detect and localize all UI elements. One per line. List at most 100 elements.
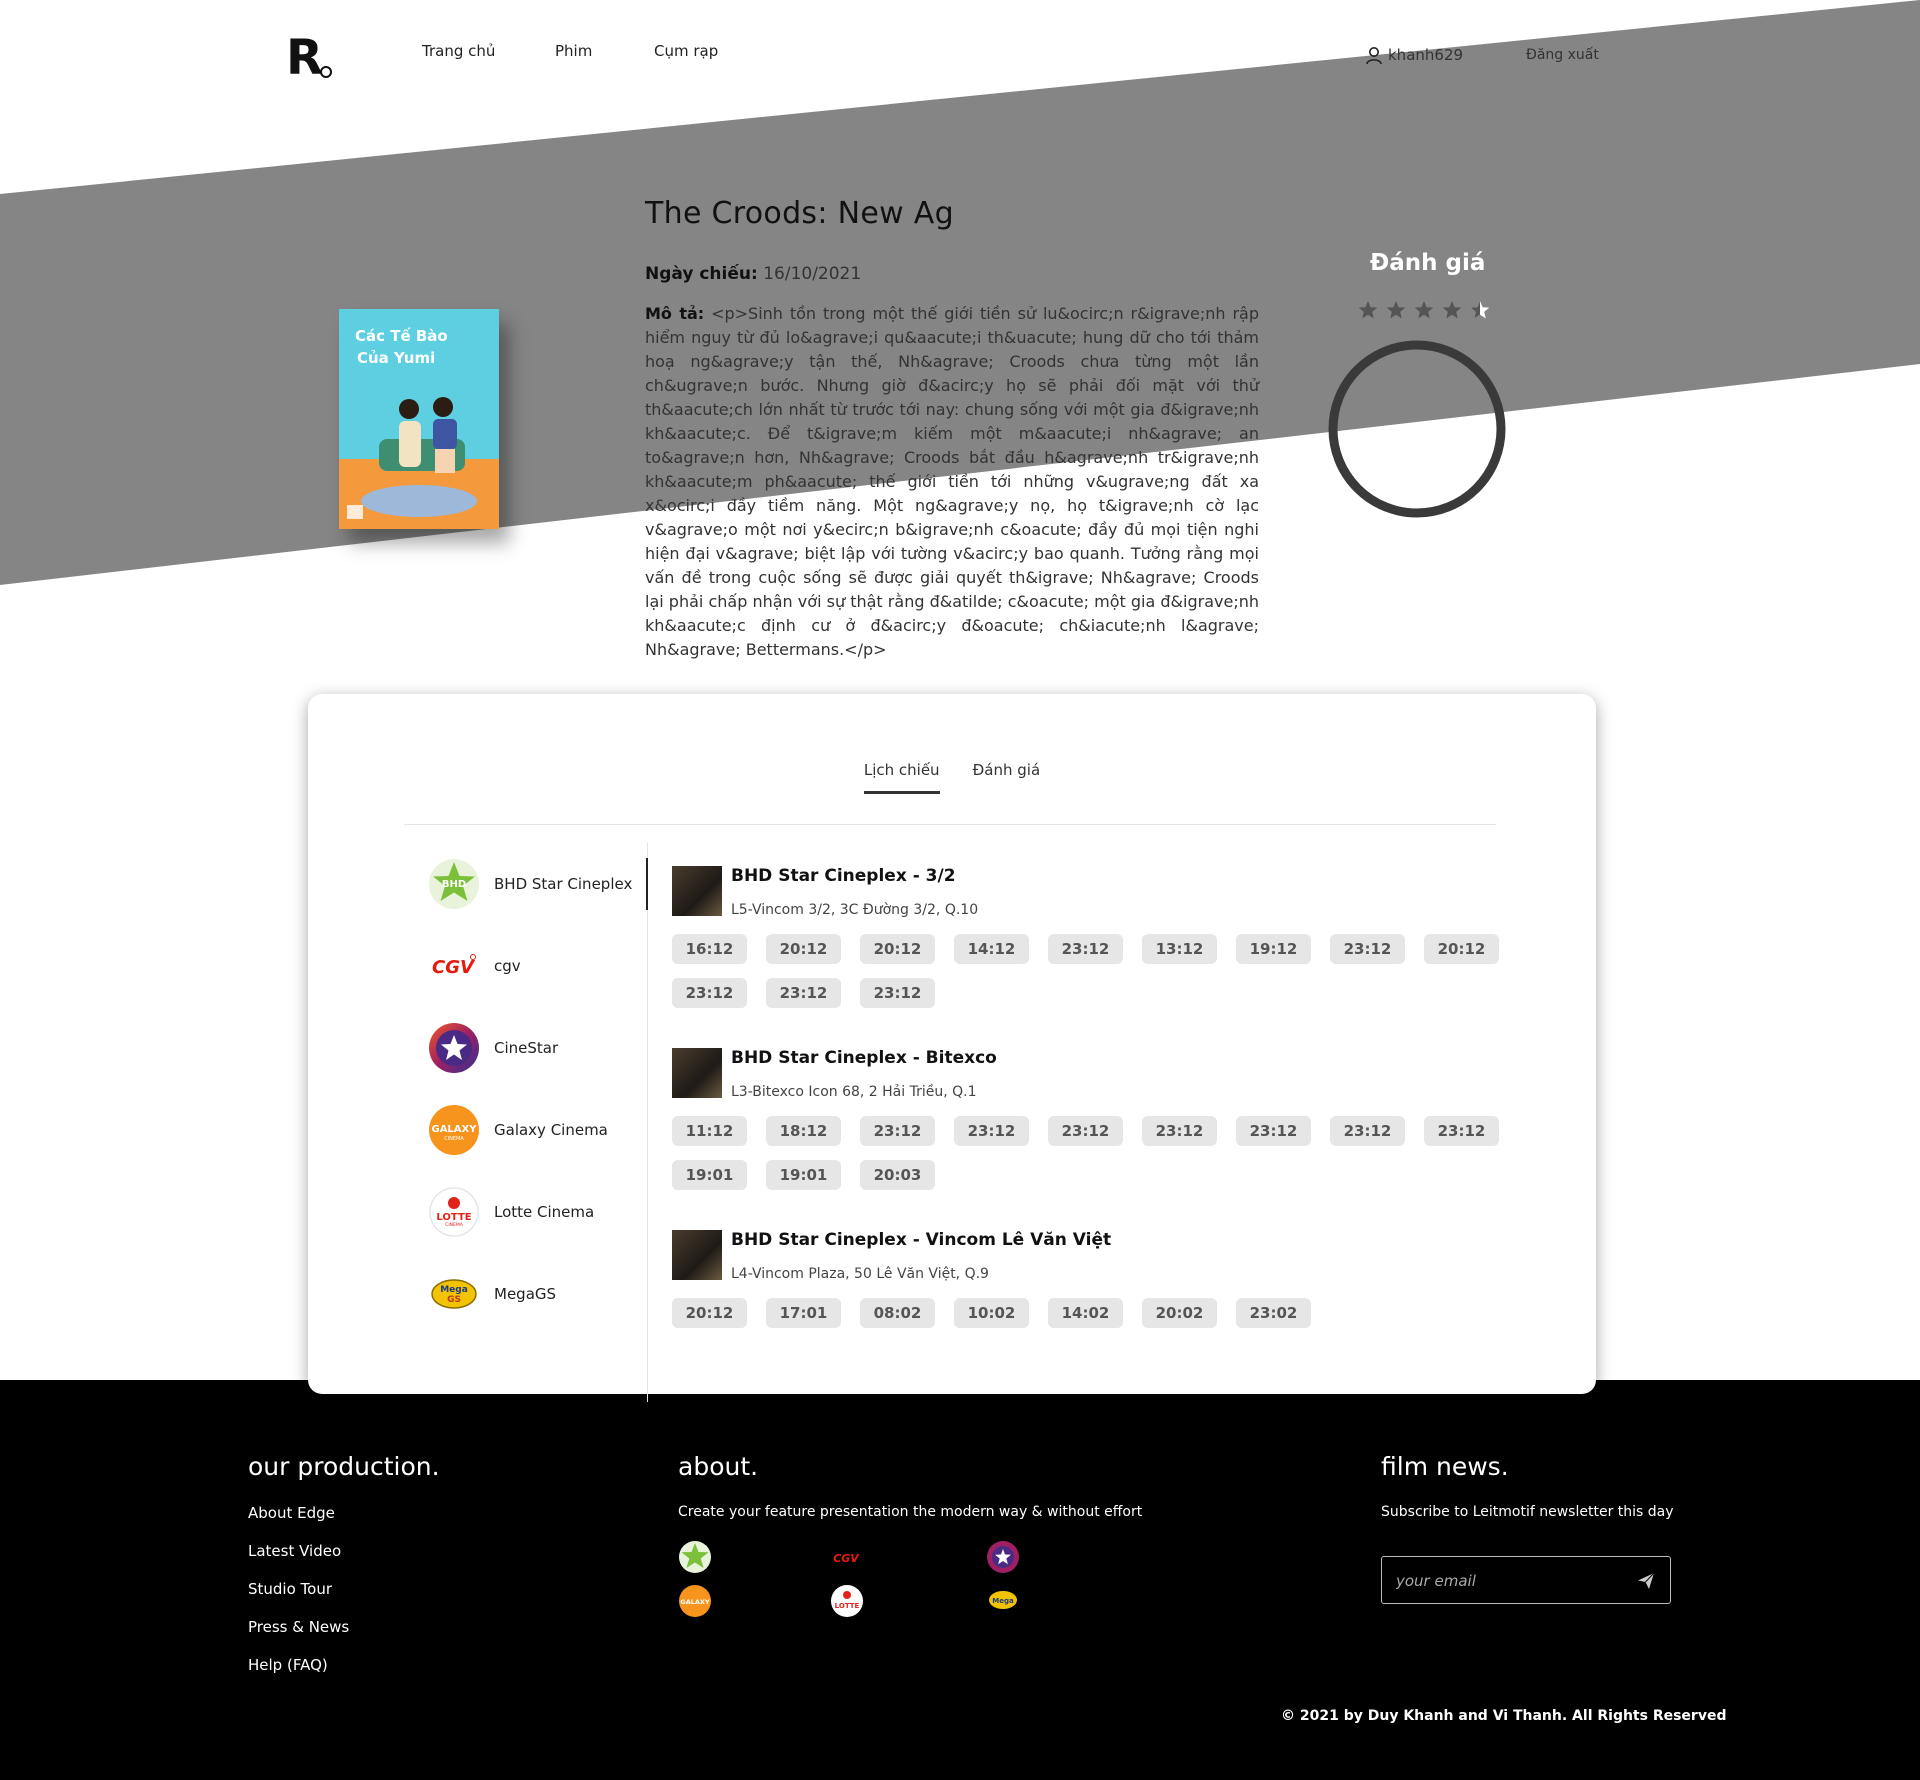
galaxy-logo-icon: GALAXY CINEMA [429, 1105, 479, 1155]
rating-gauge [1328, 340, 1506, 518]
showtime-chip[interactable]: 23:02 [1236, 1298, 1311, 1328]
showtime-chip[interactable]: 23:12 [954, 1116, 1029, 1146]
footer-link[interactable]: Help (FAQ) [248, 1656, 328, 1674]
footer-news-title: film news. [1381, 1452, 1509, 1481]
theater-name[interactable]: BHD Star Cineplex - 3/2 [731, 866, 956, 886]
site-header: R Trang chủ Phim Cụm rạp khanh629 Đăng x… [0, 0, 1920, 110]
showtime-chip[interactable]: 23:12 [1048, 934, 1123, 964]
showtime-chip[interactable]: 23:12 [860, 978, 935, 1008]
svg-text:CINEMA: CINEMA [444, 1136, 464, 1142]
showtime-chip[interactable]: 20:02 [1142, 1298, 1217, 1328]
theater-name[interactable]: BHD Star Cineplex - Bitexco [731, 1048, 997, 1068]
footer-link[interactable]: Press & News [248, 1618, 349, 1636]
brand-item-cgv[interactable]: CGV cgv [428, 940, 648, 992]
showtime-chip[interactable]: 11:12 [672, 1116, 747, 1146]
poster-title-line1: Các Tế Bào [355, 326, 448, 345]
nav-home[interactable]: Trang chủ [422, 42, 495, 60]
movie-title: The Croods: New Ag [645, 196, 954, 231]
showtime-chip[interactable]: 23:12 [1330, 1116, 1405, 1146]
footer-bhd-logo-icon[interactable] [678, 1540, 712, 1574]
footer-cinestar-logo-icon[interactable] [986, 1540, 1020, 1574]
svg-text:GS: GS [447, 1295, 461, 1305]
movie-description: Mô tả: <p>Sinh tồn trong một thế giới ti… [645, 302, 1259, 662]
newsletter-form [1381, 1556, 1671, 1604]
showtime-chip[interactable]: 23:12 [1330, 934, 1405, 964]
showtime-chip[interactable]: 20:12 [860, 934, 935, 964]
footer-galaxy-logo-icon[interactable]: GALAXY [678, 1584, 712, 1618]
brand-name: Galaxy Cinema [494, 1121, 608, 1139]
showtime-chip[interactable]: 08:02 [860, 1298, 935, 1328]
bhd-logo-icon: BHD [429, 859, 479, 909]
theater-thumbnail [672, 1230, 722, 1280]
footer-link[interactable]: Studio Tour [248, 1580, 332, 1598]
footer-lotte-logo-icon[interactable]: LOTTE [830, 1584, 864, 1618]
showtime-chip[interactable]: 23:12 [860, 1116, 935, 1146]
showtime-chip[interactable]: 23:12 [1236, 1116, 1311, 1146]
brand-name: cgv [494, 957, 521, 975]
svg-text:BHD: BHD [442, 879, 466, 890]
logout-link[interactable]: Đăng xuất [1526, 47, 1599, 63]
showtime-chip[interactable]: 23:12 [1424, 1116, 1499, 1146]
lotte-logo-icon: LOTTE CINEMA [429, 1187, 479, 1237]
schedule-card: Lịch chiếu Đánh giá BHD BHD Star Cineple… [308, 694, 1596, 1402]
site-logo[interactable]: R [286, 30, 323, 86]
brand-item-cinestar[interactable]: CineStar [428, 1022, 648, 1074]
send-icon[interactable] [1636, 1571, 1656, 1591]
showtime-list: 11:12 18:12 23:12 23:12 23:12 23:12 23:12 23:12… [672, 1116, 1512, 1190]
showtime-chip[interactable]: 23:12 [1142, 1116, 1217, 1146]
cgv-logo-icon: CGV [432, 954, 476, 978]
showtime-chip[interactable]: 23:12 [672, 978, 747, 1008]
footer-link[interactable]: Latest Video [248, 1542, 341, 1560]
footer-about-title: about. [678, 1452, 759, 1481]
nav-films[interactable]: Phim [555, 42, 592, 60]
footer-link[interactable]: About Edge [248, 1504, 335, 1522]
showtime-chip[interactable]: 16:12 [672, 934, 747, 964]
theater-name[interactable]: BHD Star Cineplex - Vincom Lê Văn Việt [731, 1230, 1111, 1250]
release-date: 16/10/2021 [763, 264, 862, 284]
tab-schedule[interactable]: Lịch chiếu [863, 761, 940, 794]
showtime-chip[interactable]: 20:12 [766, 934, 841, 964]
star-icon-1 [1358, 301, 1378, 319]
footer-megags-logo-icon[interactable]: Mega [986, 1584, 1020, 1618]
footer-production-title: our production. [248, 1452, 440, 1481]
footer-cgv-logo-icon[interactable]: CGV [830, 1540, 864, 1574]
showtime-chip[interactable]: 19:12 [1236, 934, 1311, 964]
site-footer: our production. About Edge Latest Video … [0, 1380, 1920, 1780]
showtime-chip[interactable]: 14:12 [954, 934, 1029, 964]
showtime-chip[interactable]: 20:03 [860, 1160, 935, 1190]
movie-poster: Các Tế Bào Của Yumi [339, 309, 499, 529]
star-icon-4 [1442, 301, 1462, 319]
showtime-chip[interactable]: 23:12 [1048, 1116, 1123, 1146]
user-account[interactable]: khanh629 [1364, 45, 1463, 65]
newsletter-email-input[interactable] [1396, 1569, 1626, 1593]
showtime-chip[interactable]: 19:01 [766, 1160, 841, 1190]
showtime-chip[interactable]: 17:01 [766, 1298, 841, 1328]
showtime-chip[interactable]: 19:01 [672, 1160, 747, 1190]
showtime-chip[interactable]: 18:12 [766, 1116, 841, 1146]
svg-text:LOTTE: LOTTE [436, 1212, 471, 1223]
theater-address: L5-Vincom 3/2, 3C Đường 3/2, Q.10 [731, 902, 979, 918]
showtime-chip[interactable]: 23:12 [766, 978, 841, 1008]
svg-text:CGV: CGV [833, 1552, 860, 1565]
theater-address: L3-Bitexco Icon 68, 2 Hải Triều, Q.1 [731, 1084, 977, 1100]
brand-item-megags[interactable]: Mega GS MegaGS [428, 1268, 648, 1320]
brand-item-bhd[interactable]: BHD BHD Star Cineplex [428, 858, 648, 910]
showtime-chip[interactable]: 20:12 [672, 1298, 747, 1328]
showtime-chip[interactable]: 14:02 [1048, 1298, 1123, 1328]
showtime-chip[interactable]: 10:02 [954, 1298, 1029, 1328]
svg-text:LOTTE: LOTTE [835, 1602, 860, 1610]
nav-cinemas[interactable]: Cụm rạp [654, 42, 718, 60]
showtime-chip[interactable]: 13:12 [1142, 934, 1217, 964]
release-label: Ngày chiếu: [645, 264, 758, 284]
release-date-row: Ngày chiếu: 16/10/2021 [645, 264, 861, 284]
svg-text:CINEMA: CINEMA [445, 1222, 464, 1228]
tab-reviews[interactable]: Đánh giá [973, 761, 1040, 791]
poster-title-line2: Của Yumi [357, 349, 435, 367]
rating-title: Đánh giá [1370, 250, 1486, 276]
brand-item-lotte[interactable]: LOTTE CINEMA Lotte Cinema [428, 1186, 648, 1238]
brand-item-galaxy[interactable]: GALAXY CINEMA Galaxy Cinema [428, 1104, 648, 1156]
showtime-chip[interactable]: 20:12 [1424, 934, 1499, 964]
copyright-text: © 2021 by Duy Khanh and Vi Thanh. All Ri… [1281, 1708, 1727, 1724]
brand-name: CineStar [494, 1039, 559, 1057]
poster-image: Các Tế Bào Của Yumi [339, 309, 499, 529]
